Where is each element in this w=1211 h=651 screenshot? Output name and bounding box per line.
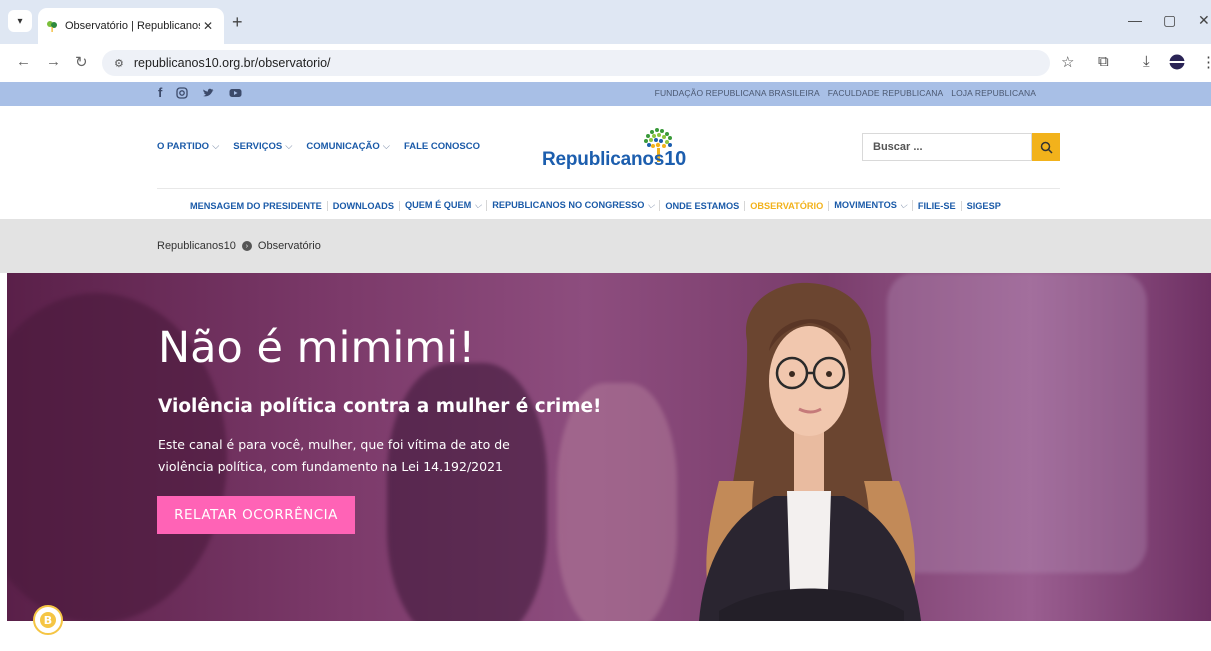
subnav-item-movimentos[interactable]: MOVIMENTOS ⌵ — [829, 200, 913, 211]
top-link-loja[interactable]: LOJA REPUBLICANA — [951, 88, 1036, 98]
hero-subtitle: Violência política contra a mulher é cri… — [158, 396, 602, 417]
back-icon[interactable]: ← — [16, 53, 31, 70]
nav-item-servicos[interactable]: SERVIÇOS ⌵ — [233, 141, 292, 152]
sub-nav: MENSAGEM DO PRESIDENTE DOWNLOADS QUEM É … — [190, 200, 1006, 211]
chevron-down-icon: ⌵ — [647, 200, 655, 210]
floating-helper-icon[interactable]: B — [33, 605, 63, 635]
subnav-item-filie-se[interactable]: FILIE-SE — [913, 200, 962, 211]
logo-text: Republicanos10 — [542, 148, 687, 170]
search-input[interactable]: Buscar ... — [862, 133, 1032, 161]
browser-tab[interactable]: Observatório | Republicanos10 ✕ — [38, 8, 224, 44]
instagram-icon[interactable] — [176, 85, 188, 102]
reload-icon[interactable]: ↻ — [75, 53, 88, 71]
twitter-icon[interactable] — [202, 85, 215, 102]
search-button[interactable] — [1032, 133, 1060, 161]
menu-icon[interactable]: ⋮ — [1201, 53, 1211, 71]
star-icon[interactable]: ☆ — [1061, 53, 1074, 71]
subnav-item-sigesp[interactable]: SIGESP — [962, 201, 1006, 211]
hero-banner: Não é mimimi! Violência política contra … — [7, 273, 1211, 621]
breadcrumb-home[interactable]: Republicanos10 — [157, 240, 236, 252]
chevron-down-icon: ⌵ — [899, 200, 907, 210]
site-top-bar: f FUNDAÇÃO REPUBLICANA BRASILEIRA FACULD… — [0, 82, 1211, 106]
subnav-item-mensagem[interactable]: MENSAGEM DO PRESIDENTE — [190, 200, 328, 211]
download-icon[interactable]: ⤓ — [1143, 53, 1150, 70]
hero-title: Não é mimimi! — [158, 323, 476, 373]
subnav-item-congresso[interactable]: REPUBLICANOS NO CONGRESSO ⌵ — [487, 200, 661, 211]
profile-icon[interactable] — [1169, 54, 1185, 74]
subnav-item-observatorio[interactable]: OBSERVATÓRIO — [745, 200, 830, 211]
nav-divider — [157, 188, 1060, 189]
nav-item-fale-conosco[interactable]: FALE CONOSCO — [404, 141, 480, 152]
favicon-icon — [47, 21, 57, 32]
subnav-item-quem-e-quem[interactable]: QUEM É QUEM ⌵ — [400, 200, 488, 211]
url-text: republicanos10.org.br/observatorio/ — [133, 56, 331, 70]
chevron-down-icon: ⌵ — [382, 141, 390, 152]
address-bar-row: ← → ↻ ⚙ republicanos10.org.br/observator… — [0, 44, 1211, 82]
breadcrumb: Republicanos10 › Observatório — [0, 220, 1211, 273]
top-link-fundacao[interactable]: FUNDAÇÃO REPUBLICANA BRASILEIRA — [655, 88, 820, 98]
browser-tab-bar: ▾ Observatório | Republicanos10 ✕ + — ▢ … — [0, 0, 1211, 44]
main-nav: O PARTIDO ⌵ SERVIÇOS ⌵ COMUNICAÇÃO ⌵ FALE C… — [157, 141, 480, 152]
forward-icon[interactable]: → — [46, 53, 61, 70]
woman-photo — [699, 282, 921, 621]
facebook-icon[interactable]: f — [158, 85, 162, 102]
tab-title: Observatório | Republicanos10 — [65, 20, 200, 32]
site-info-icon[interactable]: ⚙ — [114, 57, 124, 70]
breadcrumb-separator-icon: › — [241, 241, 252, 251]
youtube-icon[interactable] — [229, 85, 242, 102]
svg-text:B: B — [44, 614, 52, 627]
new-tab-button[interactable]: + — [232, 12, 243, 33]
nav-item-comunicacao[interactable]: COMUNICAÇÃO ⌵ — [306, 141, 390, 152]
breadcrumb-current: Observatório — [257, 240, 321, 252]
minimize-icon[interactable]: — — [1128, 12, 1142, 28]
chevron-down-icon: ⌵ — [285, 141, 293, 152]
top-links: FUNDAÇÃO REPUBLICANA BRASILEIRA FACULDAD… — [655, 88, 1036, 98]
top-link-faculdade[interactable]: FACULDADE REPUBLICANA — [828, 88, 943, 98]
social-links: f — [158, 85, 242, 102]
tab-close-icon[interactable]: ✕ — [200, 19, 216, 33]
restore-icon[interactable]: ▢ — [1163, 12, 1176, 29]
search-icon — [1040, 141, 1053, 154]
nav-item-o-partido[interactable]: O PARTIDO ⌵ — [157, 141, 219, 152]
report-occurrence-button[interactable]: RELATAR OCORRÊNCIA — [157, 496, 355, 534]
tab-search-icon[interactable]: ▾ — [8, 10, 32, 32]
site-logo[interactable]: Republicanos10 — [542, 126, 692, 176]
url-input[interactable]: ⚙ republicanos10.org.br/observatorio/ — [102, 50, 1050, 76]
chevron-down-icon: ⌵ — [474, 200, 482, 210]
extensions-icon[interactable]: ⧉ — [1098, 53, 1109, 70]
search-placeholder: Buscar ... — [873, 141, 923, 153]
chevron-down-icon: ⌵ — [212, 141, 220, 152]
site-header: O PARTIDO ⌵ SERVIÇOS ⌵ COMUNICAÇÃO ⌵ FALE C… — [0, 106, 1211, 220]
subnav-item-onde-estamos[interactable]: ONDE ESTAMOS — [660, 200, 746, 211]
close-window-icon[interactable]: ✕ — [1198, 12, 1210, 29]
hero-text: Este canal é para você, mulher, que foi … — [158, 437, 510, 474]
subnav-item-downloads[interactable]: DOWNLOADS — [328, 200, 400, 211]
